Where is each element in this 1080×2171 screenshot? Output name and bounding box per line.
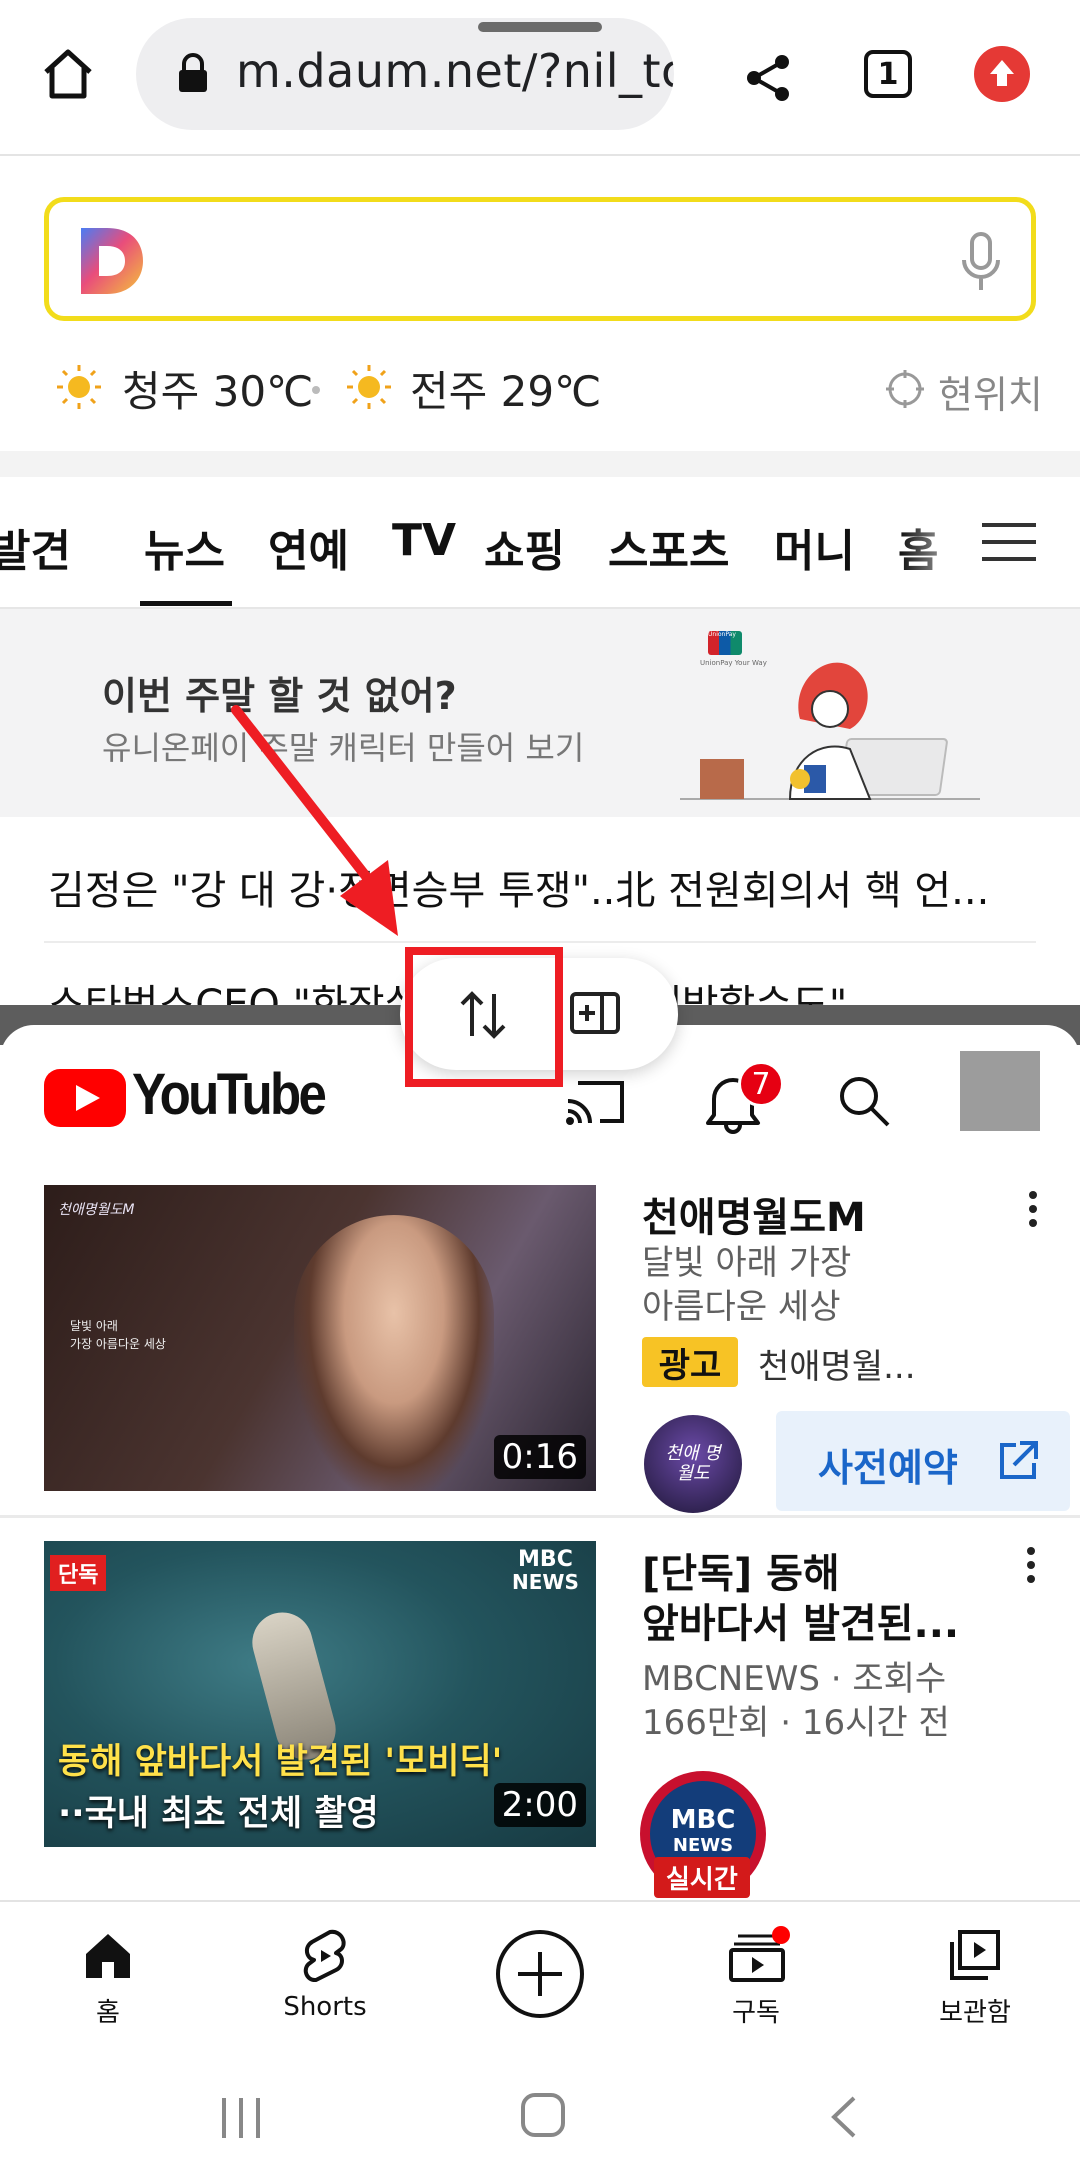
more-options-icon[interactable] xyxy=(1016,1541,1046,1601)
shorts-icon xyxy=(300,1928,350,1986)
ad-badge: 광고 xyxy=(642,1337,738,1387)
location-label[interactable]: 현위치 xyxy=(938,364,1043,419)
home-icon[interactable] xyxy=(38,44,98,104)
drag-handle[interactable] xyxy=(478,22,602,32)
video-meta: 166만회 · 16시간 전 xyxy=(642,1703,950,1743)
tab-news[interactable]: 뉴스 xyxy=(144,515,225,579)
daum-category-tabs: 발견 뉴스 연예 TV 쇼핑 스포츠 머니 홈 xyxy=(0,477,1080,609)
location-icon[interactable] xyxy=(884,368,926,410)
browser-toolbar: m.daum.net/?nil_tc 1 xyxy=(0,0,1080,156)
tab-entertainment[interactable]: 연예 xyxy=(268,515,349,579)
nav-shorts-label: Shorts xyxy=(283,1992,367,2022)
avatar-text: MBC xyxy=(670,1805,736,1835)
create-button[interactable] xyxy=(494,1928,586,2020)
live-badge: 실시간 xyxy=(654,1857,750,1898)
avatar-text: NEWS xyxy=(672,1835,734,1856)
tab-fade xyxy=(900,497,980,597)
sun-icon xyxy=(344,362,394,412)
home-icon xyxy=(82,1930,134,1982)
search-icon[interactable] xyxy=(836,1073,892,1129)
url-text: m.daum.net/?nil_tc xyxy=(236,44,674,98)
daum-logo-icon xyxy=(77,224,147,298)
tab-count-button[interactable]: 1 xyxy=(864,50,912,98)
video-thumbnail[interactable]: 천애명월도M 달빛 아래 가장 아름다운 세상 0:16 xyxy=(44,1185,596,1491)
annotation-arrow xyxy=(220,700,420,950)
weather-city-1[interactable]: 청주 30℃ xyxy=(122,358,313,419)
youtube-logo-icon[interactable] xyxy=(44,1069,126,1127)
channel-avatar-text: 천애 명월도 xyxy=(665,1443,721,1484)
thumbnail-person xyxy=(294,1215,494,1491)
advertiser-name: 천애명월... xyxy=(758,1347,916,1387)
video-thumbnail[interactable]: 단독 MBC NEWS 동해 앞바다서 발견된 '모비딕' ··국내 최초 전체… xyxy=(44,1541,596,1847)
channel-avatar[interactable]: 천애 명월도 xyxy=(644,1415,742,1513)
tab-sports[interactable]: 스포츠 xyxy=(608,515,729,579)
nav-subscriptions[interactable]: 구독 xyxy=(706,1920,806,2030)
section-separator xyxy=(0,451,1080,477)
avatar[interactable] xyxy=(960,1051,1040,1131)
share-icon[interactable] xyxy=(740,50,796,106)
notification-badge: 7 xyxy=(738,1061,784,1107)
video-duration: 2:00 xyxy=(493,1783,586,1827)
nav-home-label: 홈 xyxy=(96,1998,120,2028)
video-meta: MBCNEWS · 조회수 xyxy=(642,1659,947,1699)
youtube-bottom-nav: 홈 Shorts 구독 보관함 xyxy=(0,1900,1080,2052)
weather-separator-dot xyxy=(312,386,320,394)
thumbnail-headline: ··국내 최초 전체 촬영 xyxy=(58,1794,379,1834)
feed-divider xyxy=(0,1515,1080,1518)
annotation-highlight-box xyxy=(405,947,563,1087)
nav-library[interactable]: 보관함 xyxy=(920,1920,1030,2030)
external-link-icon xyxy=(996,1439,1040,1483)
mbc-news-logo: MBC NEWS xyxy=(512,1547,579,1594)
nav-shorts[interactable]: Shorts xyxy=(270,1920,380,2030)
address-bar[interactable]: m.daum.net/?nil_tc xyxy=(136,18,674,130)
banner-illustration xyxy=(680,649,980,809)
news-headline-1[interactable]: 김정은 "강 대 강·정면승부 투쟁"..北 전원회의서 핵 언... xyxy=(48,858,1028,916)
upload-icon[interactable] xyxy=(974,46,1030,102)
system-navigation-bar xyxy=(0,2050,1080,2171)
tab-discover[interactable]: 발견 xyxy=(0,515,71,579)
nav-home[interactable]: 홈 xyxy=(58,1920,158,2030)
active-tab-indicator xyxy=(140,601,232,606)
nav-library-label: 보관함 xyxy=(939,1998,1011,2028)
menu-icon[interactable] xyxy=(980,519,1038,565)
thumbnail-game-logo: 천애명월도M xyxy=(58,1202,135,1218)
add-window-icon[interactable] xyxy=(568,986,622,1040)
weather-city-2[interactable]: 전주 29℃ xyxy=(410,358,601,419)
cast-icon[interactable] xyxy=(564,1077,626,1127)
ad-banner[interactable]: 이번 주말 할 것 없어? 유니온페이 주말 캐릭터 만들어 보기 UnionP… xyxy=(0,609,1080,817)
preregister-label: 사전예약 xyxy=(818,1446,958,1490)
back-icon[interactable] xyxy=(826,2094,862,2140)
ad-description: 달빛 아래 가장 xyxy=(642,1243,852,1283)
library-icon xyxy=(948,1928,1002,1982)
exclusive-badge: 단독 xyxy=(50,1555,107,1591)
sun-icon xyxy=(54,362,104,412)
ad-description: 아름다운 세상 xyxy=(642,1287,841,1327)
nav-subscriptions-label: 구독 xyxy=(732,1998,780,2028)
video-duration: 0:16 xyxy=(493,1435,586,1479)
new-content-dot xyxy=(772,1926,790,1944)
video-title[interactable]: 앞바다서 발견된... xyxy=(642,1591,959,1649)
thumbnail-caption: 가장 아름다운 세상 xyxy=(70,1337,166,1351)
more-options-icon[interactable] xyxy=(1018,1185,1048,1245)
preregister-button[interactable]: 사전예약 xyxy=(776,1411,1070,1511)
recent-apps-icon[interactable] xyxy=(218,2096,264,2140)
lock-icon xyxy=(176,52,210,94)
youtube-logo-text[interactable]: YouTube xyxy=(132,1061,327,1128)
tab-shopping[interactable]: 쇼핑 xyxy=(484,515,565,579)
daum-search-box[interactable] xyxy=(44,197,1036,321)
tab-tv[interactable]: TV xyxy=(392,515,456,566)
thumbnail-caption: 달빛 아래 xyxy=(70,1319,118,1333)
thumbnail-headline: 동해 앞바다서 발견된 '모비딕' xyxy=(58,1742,503,1782)
microphone-icon[interactable] xyxy=(957,230,1005,294)
tab-money[interactable]: 머니 xyxy=(774,515,855,579)
news-divider xyxy=(44,941,1036,943)
home-button-icon[interactable] xyxy=(520,2092,566,2138)
